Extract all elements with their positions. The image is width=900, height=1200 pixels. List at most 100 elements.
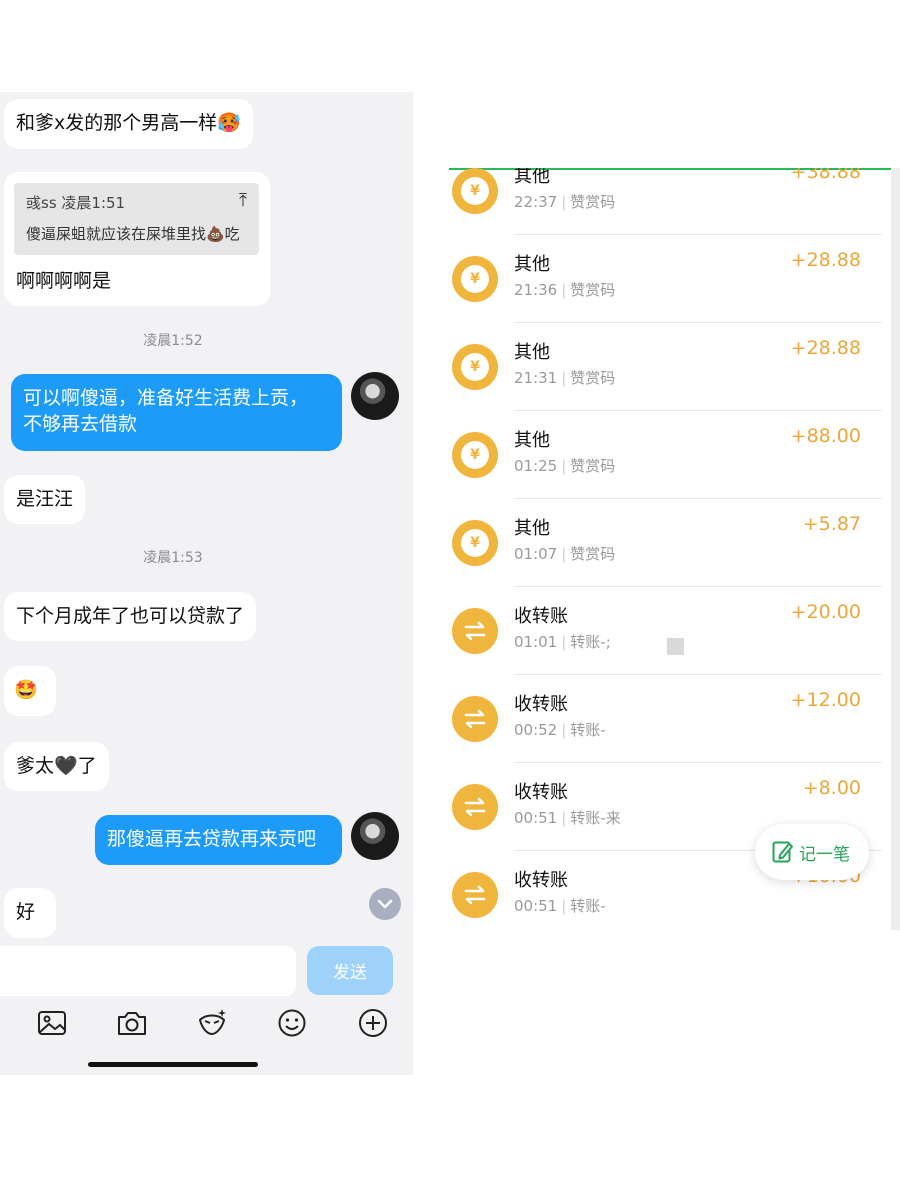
message-bubble[interactable]: 好: [4, 888, 56, 938]
transaction-source: 赞赏码: [570, 281, 616, 299]
yuan-coin-icon: ¥: [452, 520, 498, 566]
transaction-meta: 00:51 | 转账-来: [514, 807, 621, 828]
transaction-title: 其他: [514, 254, 550, 275]
message-bubble[interactable]: 爹太🖤了: [4, 742, 109, 791]
transaction-time: 00:51: [514, 809, 558, 827]
transaction-row[interactable]: ¥ 其他 22:37 | 赞赏码 +38.88: [449, 168, 891, 235]
message-bubble[interactable]: 是汪汪: [4, 475, 86, 524]
separator: |: [561, 193, 567, 211]
transaction-time: 00:51: [514, 897, 558, 915]
quoted-message[interactable]: 彧ss 凌晨1:51 ⤒ 傻逼屎蛆就应该在屎堆里找💩吃: [14, 183, 259, 255]
transaction-time: 01:07: [514, 545, 558, 563]
transaction-amount: +20.00: [790, 601, 861, 623]
message-bubble[interactable]: 🤩: [4, 666, 56, 716]
transaction-meta: 01:01 | 转账-;: [514, 631, 611, 652]
transaction-meta: 22:37 | 赞赏码: [514, 191, 615, 212]
transaction-time: 21:31: [514, 369, 558, 387]
message-bubble-own[interactable]: 那傻逼再去贷款再来贡吧: [95, 815, 342, 865]
transaction-title: 收转账: [514, 870, 568, 891]
camera-icon[interactable]: [115, 1006, 149, 1040]
transaction-title: 其他: [514, 342, 550, 363]
image-icon[interactable]: [35, 1006, 69, 1040]
record-entry-button[interactable]: 记一笔: [755, 824, 869, 880]
avatar[interactable]: [351, 372, 399, 420]
timestamp: 凌晨1:53: [143, 550, 203, 566]
message-bubble-own[interactable]: 可以啊傻逼，准备好生活费上贡， 不够再去借款: [11, 374, 342, 451]
transaction-amount: +28.88: [790, 249, 861, 271]
home-indicator[interactable]: [88, 1062, 258, 1067]
separator: |: [561, 369, 567, 387]
sticker-icon[interactable]: [195, 1006, 229, 1040]
message-text: 下个月成年了也可以贷款了: [16, 605, 245, 627]
transaction-meta: 01:07 | 赞赏码: [514, 543, 615, 564]
yuan-coin-icon: ¥: [452, 432, 498, 478]
message-bubble[interactable]: 下个月成年了也可以贷款了: [4, 592, 257, 641]
avatar[interactable]: [351, 812, 399, 860]
transaction-time: 22:37: [514, 193, 558, 211]
edit-note-icon: [772, 841, 793, 863]
transaction-source: 转账-: [570, 897, 606, 915]
emoji-icon[interactable]: [275, 1006, 309, 1040]
transaction-title: 其他: [514, 430, 550, 451]
yuan-coin-icon: ¥: [452, 168, 498, 214]
timestamp: 凌晨1:52: [143, 333, 203, 349]
separator: |: [561, 633, 567, 651]
transaction-list: ¥ 其他 22:37 | 赞赏码 +38.88 ¥ 其他 21:36 | 赞赏码 +28.88 ¥ 其他 2…: [449, 168, 900, 930]
jump-to-top-icon[interactable]: ⤒: [239, 191, 247, 211]
message-text: 🤩: [14, 679, 38, 701]
transaction-time: 01:25: [514, 457, 558, 475]
transaction-meta: 00:51 | 转账-: [514, 895, 606, 916]
transaction-source: 赞赏码: [570, 193, 616, 211]
transaction-meta: 21:31 | 赞赏码: [514, 367, 615, 388]
separator: |: [561, 897, 567, 915]
scroll-down-button[interactable]: [369, 888, 401, 920]
quote-sender: 彧ss 凌晨1:51: [26, 194, 126, 212]
transaction-meta: 21:36 | 赞赏码: [514, 279, 615, 300]
transaction-row[interactable]: ¥ 其他 01:25 | 赞赏码 +88.00: [449, 411, 891, 499]
message-text-line2: 不够再去借款: [23, 413, 138, 435]
transaction-row[interactable]: 收转账 00:52 | 转账- +12.00: [449, 675, 891, 763]
message-text: 可以啊傻逼，准备好生活费上贡，: [23, 387, 309, 409]
transaction-time: 21:36: [514, 281, 558, 299]
message-bubble-with-quote[interactable]: 彧ss 凌晨1:51 ⤒ 傻逼屎蛆就应该在屎堆里找💩吃 啊啊啊啊是: [4, 172, 270, 306]
send-button[interactable]: 发送: [307, 946, 393, 995]
transaction-source: 转账-来: [570, 809, 621, 827]
message-bubble[interactable]: 和爹x发的那个男高一样🥵: [4, 99, 253, 149]
transfer-icon: [452, 696, 498, 742]
redaction-block: [667, 638, 684, 655]
message-text: 啊啊啊啊是: [16, 270, 112, 292]
transfer-icon: [452, 872, 498, 918]
transaction-row[interactable]: ¥ 其他 21:36 | 赞赏码 +28.88: [449, 235, 891, 323]
plus-icon[interactable]: [356, 1006, 390, 1040]
transaction-title: 收转账: [514, 782, 568, 803]
transaction-row[interactable]: 收转账 01:01 | 转账-; +20.00: [449, 587, 891, 675]
message-text: 和爹x发的那个男高一样🥵: [16, 112, 241, 134]
transaction-amount: +5.87: [802, 513, 861, 535]
transaction-amount: +88.00: [790, 425, 861, 447]
transaction-source: 赞赏码: [570, 457, 616, 475]
separator: |: [561, 721, 567, 739]
message-input[interactable]: [0, 946, 296, 996]
transaction-title: 其他: [514, 518, 550, 539]
transaction-title: 收转账: [514, 606, 568, 627]
separator: |: [561, 809, 567, 827]
transfer-icon: [452, 784, 498, 830]
transaction-title: 收转账: [514, 694, 568, 715]
transaction-meta: 00:52 | 转账-: [514, 719, 606, 740]
message-text: 那傻逼再去贷款再来贡吧: [107, 828, 317, 850]
quote-text: 傻逼屎蛆就应该在屎堆里找💩吃: [26, 225, 240, 243]
transfer-icon: [452, 608, 498, 654]
transaction-amount: +38.88: [790, 168, 861, 183]
scrollbar[interactable]: [891, 168, 900, 930]
transaction-amount: +8.00: [802, 777, 861, 799]
transaction-source: 转账-: [570, 721, 606, 739]
transaction-source: 转账-;: [570, 633, 611, 651]
transaction-row[interactable]: ¥ 其他 21:31 | 赞赏码 +28.88: [449, 323, 891, 411]
separator: |: [561, 545, 567, 563]
transaction-amount: +28.88: [790, 337, 861, 359]
transaction-row[interactable]: ¥ 其他 01:07 | 赞赏码 +5.87: [449, 499, 891, 587]
separator: |: [561, 281, 567, 299]
separator: |: [561, 457, 567, 475]
chat-input-bar: 发送: [0, 938, 413, 1075]
chevron-down-icon: [377, 899, 393, 909]
